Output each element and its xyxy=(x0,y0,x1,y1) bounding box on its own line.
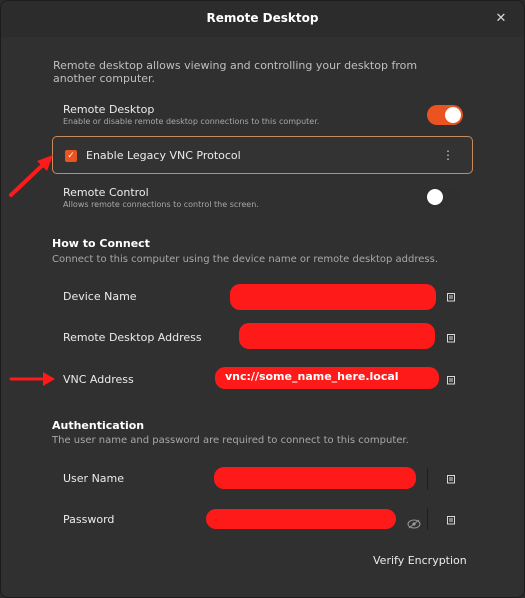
field-divider xyxy=(427,468,428,490)
remote-control-sub: Allows remote connections to control the… xyxy=(63,200,259,209)
how-to-connect-title: How to Connect xyxy=(52,237,150,250)
remote-control-toggle[interactable] xyxy=(425,187,461,207)
copy-icon[interactable] xyxy=(446,292,456,302)
remote-desktop-sub: Enable or disable remote desktop connect… xyxy=(63,117,320,126)
legacy-vnc-label: Enable Legacy VNC Protocol xyxy=(86,149,241,162)
vnc-address-label: VNC Address xyxy=(63,373,134,386)
authentication-desc: The user name and password are required … xyxy=(52,435,409,446)
remote-control-label: Remote Control xyxy=(63,186,149,199)
authentication-title: Authentication xyxy=(52,419,145,432)
toggle-knob xyxy=(427,189,443,205)
field-divider xyxy=(427,508,428,530)
remote-desktop-label: Remote Desktop xyxy=(63,103,155,116)
redacted-device-name xyxy=(230,284,436,310)
legacy-vnc-row: ✓ Enable Legacy VNC Protocol ⋮ xyxy=(52,136,473,174)
remote-desktop-toggle[interactable] xyxy=(427,105,463,125)
copy-icon[interactable] xyxy=(446,515,456,525)
vnc-address-value: vnc://some_name_here.local xyxy=(215,367,439,389)
user-name-label: User Name xyxy=(63,472,125,485)
redacted-user-name xyxy=(214,467,416,489)
legacy-vnc-checkbox[interactable]: ✓ xyxy=(65,150,77,162)
redacted-remote-address xyxy=(239,323,435,349)
verify-encryption-button[interactable]: Verify Encryption xyxy=(373,554,467,567)
copy-icon[interactable] xyxy=(446,474,456,484)
toggle-knob xyxy=(445,107,461,123)
device-name-label: Device Name xyxy=(63,290,137,303)
close-icon[interactable]: ✕ xyxy=(492,10,510,28)
remote-desktop-window: Remote Desktop ✕ Remote desktop allows v… xyxy=(0,0,525,598)
annotation-arrow-icon xyxy=(9,372,55,386)
window-title: Remote Desktop xyxy=(206,11,319,25)
eye-hidden-icon[interactable] xyxy=(407,514,421,529)
password-label: Password xyxy=(63,513,115,526)
copy-icon[interactable] xyxy=(446,333,456,343)
titlebar: Remote Desktop ✕ xyxy=(1,1,524,37)
copy-icon[interactable] xyxy=(446,375,456,385)
checkmark-icon: ✓ xyxy=(67,151,75,161)
kebab-menu-icon[interactable]: ⋮ xyxy=(442,148,454,162)
redacted-password xyxy=(206,509,396,529)
annotation-arrow-icon xyxy=(9,155,53,197)
intro-text: Remote desktop allows viewing and contro… xyxy=(53,59,418,85)
remote-address-label: Remote Desktop Address xyxy=(63,331,202,344)
how-to-connect-desc: Connect to this computer using the devic… xyxy=(52,254,439,265)
